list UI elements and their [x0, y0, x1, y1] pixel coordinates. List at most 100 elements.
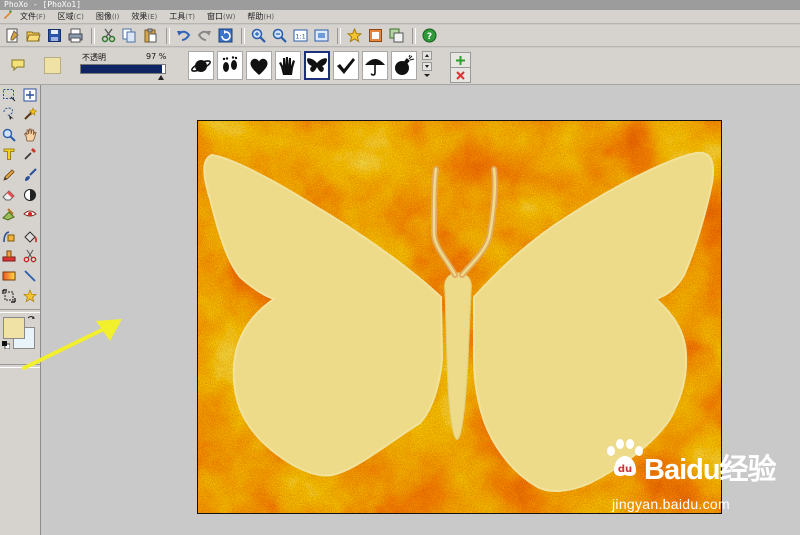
eraser-icon[interactable]	[1, 187, 17, 202]
copy-icon[interactable]	[120, 26, 139, 45]
cut-icon[interactable]	[99, 26, 118, 45]
rect-select-icon[interactable]	[1, 87, 17, 102]
contrast-icon[interactable]	[22, 187, 38, 202]
toolbar-separator	[241, 27, 245, 44]
move-icon[interactable]	[22, 87, 38, 102]
menu-file[interactable]: 文件(F)	[14, 10, 52, 24]
paste-icon[interactable]	[141, 26, 160, 45]
menu-window[interactable]: 窗口(W)	[201, 10, 241, 24]
dropdown-arrow-icon[interactable]	[422, 72, 432, 80]
shape-option[interactable]	[217, 51, 243, 80]
speech-bubble-icon[interactable]	[11, 59, 25, 72]
bomb-icon	[395, 54, 415, 75]
crop-transform-icon[interactable]	[1, 288, 17, 303]
left-wing	[203, 153, 444, 477]
opacity-slider-fill	[81, 65, 163, 73]
lasso-icon[interactable]	[1, 106, 17, 121]
new-icon[interactable]	[3, 26, 22, 45]
delete-shape-button[interactable]	[450, 67, 471, 83]
scroll-up-arrow-icon[interactable]	[422, 51, 432, 60]
frame-icon[interactable]	[366, 26, 385, 45]
hand-icon	[279, 56, 295, 75]
add-shape-button[interactable]	[450, 52, 471, 68]
right-wing	[473, 151, 715, 492]
zoom-in-icon[interactable]	[249, 26, 268, 45]
toolbar-separator	[412, 27, 416, 44]
annotation-arrow	[22, 319, 122, 370]
svg-text:1:1: 1:1	[295, 33, 305, 41]
undo-icon[interactable]	[174, 26, 193, 45]
toolbar-separator	[337, 27, 341, 44]
toolbar-separator	[91, 27, 95, 44]
scroll-down-arrow-icon[interactable]	[422, 62, 432, 71]
opacity-slider[interactable]	[80, 64, 166, 74]
paw-logo: du	[607, 439, 643, 476]
umbrella-icon	[365, 58, 385, 76]
menu-effects[interactable]: 效果(E)	[125, 10, 163, 24]
opacity-value: 97 %	[146, 52, 167, 61]
favorite-star-icon[interactable]	[345, 26, 364, 45]
red-eye-icon[interactable]	[22, 206, 38, 221]
text-tool-icon[interactable]	[1, 146, 17, 161]
zoom-tool-icon[interactable]	[1, 127, 17, 142]
fill-color-swatch[interactable]	[44, 57, 61, 74]
help-icon[interactable]: ?	[420, 26, 439, 45]
stamp-icon[interactable]	[1, 248, 17, 263]
shape-option[interactable]	[333, 51, 359, 80]
shape-scroll-spinner[interactable]	[422, 51, 432, 80]
menu-region[interactable]: 区域(C)	[52, 10, 90, 24]
star-shape-icon[interactable]	[22, 288, 38, 303]
svg-text:du: du	[618, 464, 632, 475]
butterfly-body	[444, 272, 472, 440]
opacity-label: 不透明	[82, 53, 106, 62]
save-icon[interactable]	[45, 26, 64, 45]
smudge-icon[interactable]	[1, 206, 17, 221]
opacity-slider-handle[interactable]	[158, 75, 164, 80]
gradient-icon[interactable]	[1, 268, 17, 283]
open-icon[interactable]	[24, 26, 43, 45]
toolbar-separator	[166, 27, 170, 44]
right-antenna	[459, 166, 498, 278]
window-title: PhoXo - [PhoXo1]	[4, 0, 82, 9]
shape-option[interactable]	[391, 51, 417, 80]
menu-image[interactable]: 图像(I)	[90, 10, 126, 24]
shape-option[interactable]	[188, 51, 214, 80]
magic-wand-icon[interactable]	[22, 106, 38, 121]
shape-option[interactable]	[362, 51, 388, 80]
foreground-color-swatch[interactable]	[3, 317, 25, 339]
heart-icon	[250, 58, 268, 75]
watermark-url: jingyan.baidu.com	[612, 496, 730, 512]
shape-option[interactable]	[246, 51, 272, 80]
layer-icon[interactable]	[387, 26, 406, 45]
print-icon[interactable]	[66, 26, 85, 45]
window-title-bar: PhoXo - [PhoXo1]	[0, 0, 800, 10]
shape-option-selected[interactable]	[304, 51, 330, 80]
paint-bucket-icon[interactable]	[22, 229, 38, 244]
app-logo-icon	[0, 9, 14, 24]
brush-icon[interactable]	[22, 167, 38, 182]
hand-tool-icon[interactable]	[22, 127, 38, 142]
butterfly-icon	[307, 57, 327, 72]
main-toolbar: 1:1 ?	[0, 25, 800, 47]
shape-gallery	[188, 51, 420, 80]
pencil-icon[interactable]	[1, 167, 17, 182]
check-mark-icon	[337, 57, 355, 74]
fit-window-icon[interactable]	[312, 26, 331, 45]
footprint-icon	[222, 55, 238, 72]
default-colors-icon[interactable]	[2, 341, 11, 350]
menu-bar: 文件(F) 区域(C) 图像(I) 效果(E) 工具(T) 窗口(W) 帮助(H…	[0, 9, 800, 24]
scissors-icon[interactable]	[22, 248, 38, 263]
eyedropper-icon[interactable]	[22, 146, 38, 161]
line-icon[interactable]	[22, 268, 38, 283]
actual-size-icon[interactable]: 1:1	[291, 26, 310, 45]
menu-help[interactable]: 帮助(H)	[241, 10, 280, 24]
redo-icon[interactable]	[195, 26, 214, 45]
planet-icon	[191, 59, 211, 72]
svg-text:?: ?	[427, 32, 432, 42]
zoom-out-icon[interactable]	[270, 26, 289, 45]
clone-icon[interactable]	[1, 229, 17, 244]
menu-tools[interactable]: 工具(T)	[163, 10, 201, 24]
shape-option[interactable]	[275, 51, 301, 80]
refresh-icon[interactable]	[216, 26, 235, 45]
watermark-brand: Baidu经验	[644, 454, 777, 486]
